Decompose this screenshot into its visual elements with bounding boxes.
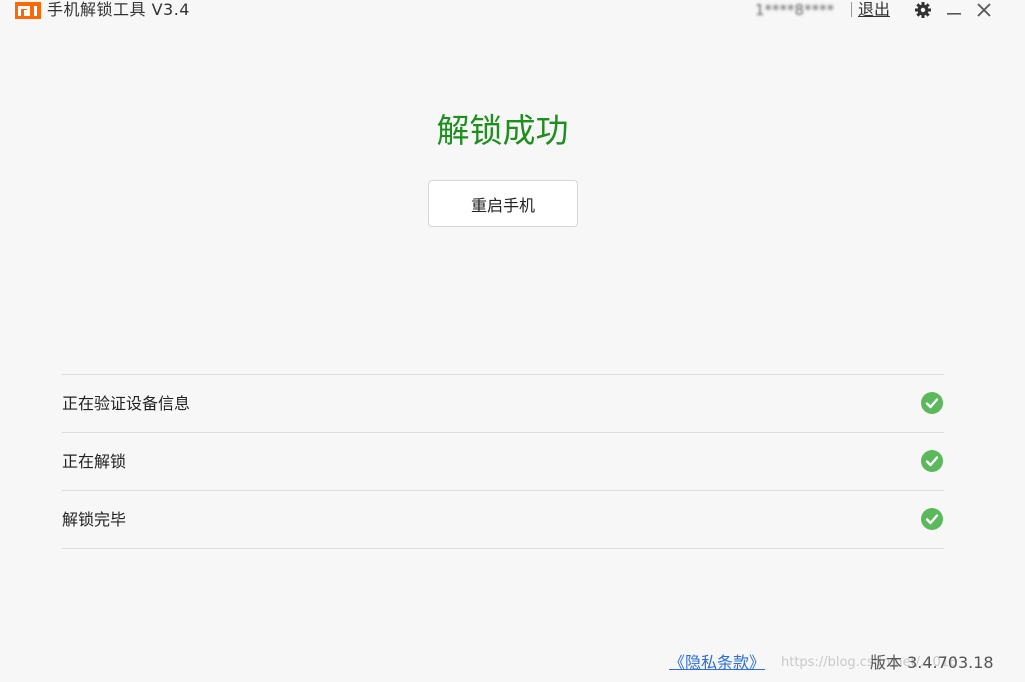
title-bar: 手机解锁工具 V3.4 1****8**** 退出 bbox=[0, 0, 1025, 22]
minimize-icon[interactable] bbox=[944, 0, 964, 20]
reboot-phone-button[interactable]: 重启手机 bbox=[428, 180, 578, 227]
privacy-terms-link[interactable]: 《隐私条款》 bbox=[669, 652, 765, 674]
mi-logo-icon bbox=[15, 2, 41, 19]
step-label: 正在解锁 bbox=[62, 452, 127, 471]
close-icon[interactable] bbox=[974, 0, 994, 20]
list-item: 正在解锁 bbox=[62, 433, 944, 491]
step-label: 解锁完毕 bbox=[62, 510, 127, 529]
check-circle-icon bbox=[921, 450, 943, 472]
unlock-result-title: 解锁成功 bbox=[436, 111, 569, 150]
check-circle-icon bbox=[921, 508, 943, 530]
version-label: 版本 3.4.703.18 bbox=[870, 653, 994, 672]
check-circle-icon bbox=[921, 392, 943, 414]
account-id: 1****8**** bbox=[755, 1, 835, 19]
step-label: 正在验证设备信息 bbox=[62, 394, 191, 413]
list-item: 解锁完毕 bbox=[62, 491, 944, 549]
app-title: 手机解锁工具 V3.4 bbox=[47, 0, 190, 19]
progress-steps-list: 正在验证设备信息 正在解锁 解锁完毕 bbox=[62, 374, 944, 549]
logout-link[interactable]: 退出 bbox=[858, 0, 890, 20]
list-item: 正在验证设备信息 bbox=[62, 375, 944, 433]
titlebar-divider bbox=[851, 2, 852, 17]
gear-icon[interactable] bbox=[913, 0, 933, 20]
